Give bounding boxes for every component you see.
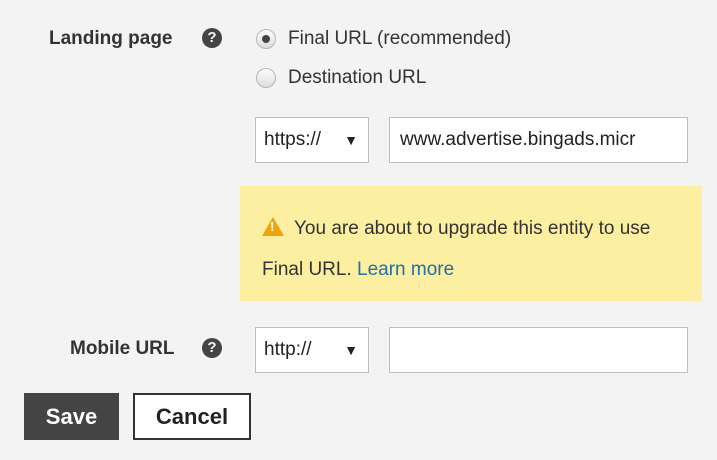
learn-more-link[interactable]: Learn more <box>357 259 454 280</box>
warning-message: You are about to upgrade this entity to … <box>262 218 651 280</box>
mobile-url-protocol-value: http:// <box>264 339 312 360</box>
chevron-down-icon: ▼ <box>344 342 358 358</box>
final-url-input[interactable]: www.advertise.bingads.micr <box>389 117 688 163</box>
landing-page-help-icon[interactable]: ? <box>202 28 222 48</box>
cancel-button[interactable]: Cancel <box>133 393 251 440</box>
save-button[interactable]: Save <box>24 393 119 440</box>
mobile-url-label: Mobile URL <box>70 338 175 359</box>
landing-page-protocol-select[interactable]: https:// ▼ <box>255 117 369 163</box>
destination-url-option-label: Destination URL <box>288 67 427 88</box>
final-url-option[interactable]: Final URL (recommended) <box>256 28 511 50</box>
final-url-input-value: www.advertise.bingads.micr <box>400 129 636 150</box>
final-url-option-label: Final URL (recommended) <box>288 28 512 49</box>
final-url-radio[interactable] <box>256 29 276 49</box>
mobile-url-help-icon[interactable]: ? <box>202 338 222 358</box>
mobile-url-protocol-select[interactable]: http:// ▼ <box>255 327 369 373</box>
destination-url-option[interactable]: Destination URL <box>256 67 426 89</box>
chevron-down-icon: ▼ <box>344 132 358 148</box>
landing-page-protocol-value: https:// <box>264 129 322 150</box>
landing-page-label: Landing page <box>49 28 173 49</box>
upgrade-warning-box: You are about to upgrade this entity to … <box>240 186 702 301</box>
mobile-url-input[interactable] <box>389 327 688 373</box>
destination-url-radio[interactable] <box>256 68 276 88</box>
warning-triangle-icon <box>262 217 284 236</box>
